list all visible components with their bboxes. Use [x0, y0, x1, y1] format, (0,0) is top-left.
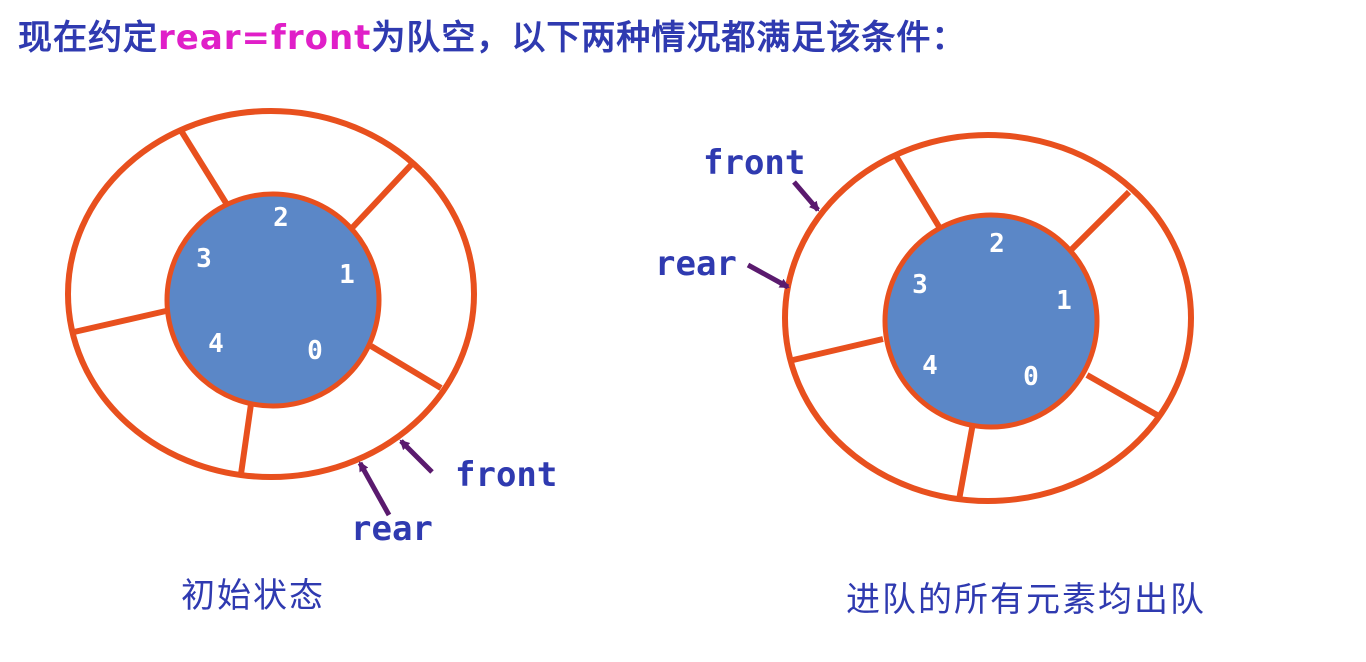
front-arrow	[399, 439, 434, 474]
slot-label-3: 3	[196, 244, 212, 274]
rear-label: rear	[351, 509, 433, 549]
caption-initial-state: 初始状态	[181, 576, 325, 616]
slot-label-4: 4	[208, 329, 224, 359]
rear-label: rear	[655, 244, 737, 284]
slot-label-0: 0	[1023, 362, 1039, 392]
rear-arrow	[746, 262, 790, 290]
front-arrow	[792, 180, 820, 212]
slot-label-2: 2	[989, 229, 1005, 259]
rear-arrow	[357, 461, 392, 517]
slot-label-0: 0	[307, 336, 323, 366]
slot-label-3: 3	[912, 270, 928, 300]
circular-queue-emptied: 0 1 2 3 4 front rear	[655, 132, 1194, 504]
slot-label-2: 2	[273, 203, 289, 233]
caption-all-dequeued: 进队的所有元素均出队	[846, 580, 1206, 620]
slot-label-1: 1	[339, 260, 355, 290]
circular-queue-initial: 0 1 2 3 4 front rear	[65, 108, 557, 549]
front-label: front	[703, 143, 805, 183]
front-label: front	[455, 455, 557, 495]
queue-diagrams: 0 1 2 3 4 front rear 0 1 2 3 4 front rea…	[65, 108, 1194, 549]
slot-label-1: 1	[1056, 286, 1072, 316]
slot-label-4: 4	[922, 351, 938, 381]
